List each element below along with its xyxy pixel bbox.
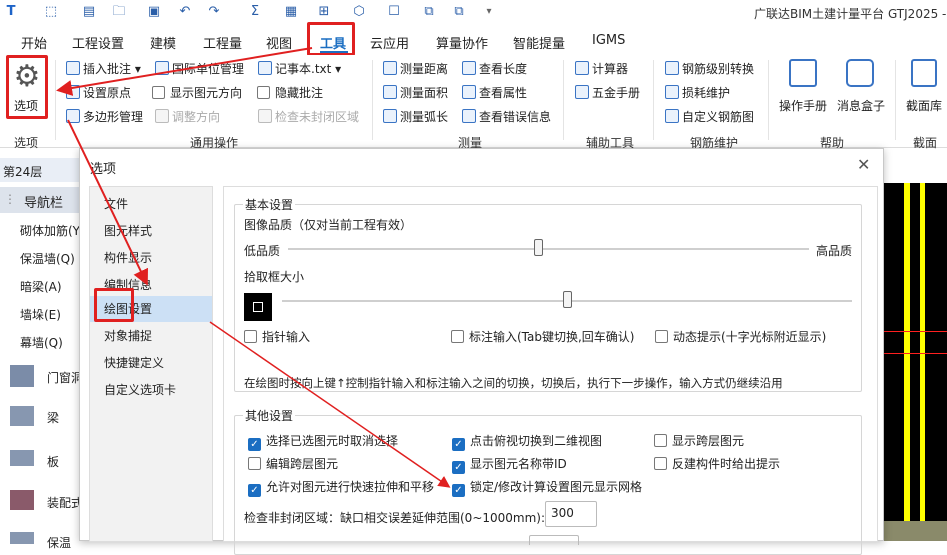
- arrow-tools-to-options: [56, 47, 313, 96]
- arrow-options-to-drawing: [67, 119, 149, 286]
- arrow-drawing-to-grid: [209, 321, 451, 488]
- annotation-arrows: [56, 47, 451, 488]
